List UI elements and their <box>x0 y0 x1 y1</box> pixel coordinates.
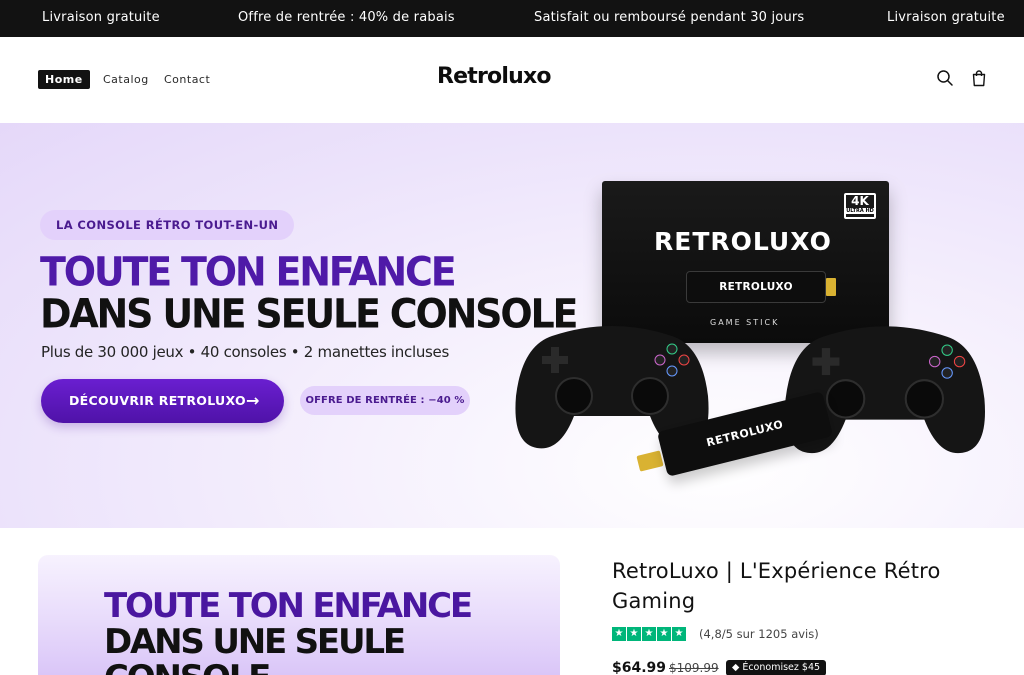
4k-badge-label: 4K <box>851 194 869 208</box>
box-stick: RETROLUXO <box>686 271 826 303</box>
4k-badge-sub: ULTRA HD <box>846 208 874 214</box>
discover-button-label: DÉCOUVRIR RETROLUXO <box>69 393 246 408</box>
site-logo[interactable]: Retroluxo <box>437 64 551 89</box>
star-icon: ★ <box>612 627 626 641</box>
hero-subline: Plus de 30 000 jeux • 40 consoles • 2 ma… <box>41 343 449 361</box>
nav-home[interactable]: Home <box>38 70 90 89</box>
product-image[interactable]: TOUTE TON ENFANCE DANS UNE SEULE CONSOLE <box>38 555 560 675</box>
savings-badge-label: Économisez $45 <box>742 662 821 673</box>
product-image-headline-line2: DANS UNE SEULE CONSOLE <box>104 622 406 675</box>
discover-button[interactable]: DÉCOUVRIR RETROLUXO → <box>41 379 284 423</box>
logo-text: Retroluxo <box>437 64 551 89</box>
announcement-item: Livraison gratuite <box>887 10 1005 25</box>
cart-icon[interactable] <box>970 69 988 87</box>
hero-eyebrow: LA CONSOLE RÉTRO TOUT-EN-UN <box>40 210 295 240</box>
search-icon[interactable] <box>936 69 954 87</box>
announcement-item: Offre de rentrée : 40% de rabais <box>238 10 455 25</box>
hero-headline-line1: TOUTE TON ENFANCE <box>40 248 457 296</box>
arrow-right-icon: → <box>246 391 260 410</box>
hero-banner: LA CONSOLE RÉTRO TOUT-EN-UN TOUTE TON EN… <box>0 123 1024 528</box>
savings-badge: ◆ Économisez $45 <box>726 660 827 675</box>
offer-badge: OFFRE DE RENTRÉE : −40 % <box>300 386 470 415</box>
hero-headline-line2: DANS UNE SEULE CONSOLE <box>40 290 578 338</box>
product-image-headline-line1: TOUTE TON ENFANCE <box>104 586 473 626</box>
announcement-item: Satisfait ou remboursé pendant 30 jours <box>534 10 805 25</box>
nav-contact[interactable]: Contact <box>157 70 217 89</box>
star-icon: ★ <box>672 627 686 641</box>
box-game-label: GAME STICK <box>710 318 780 327</box>
tag-icon: ◆ <box>732 662 743 673</box>
announcement-bar: Livraison gratuite Offre de rentrée : 40… <box>0 0 1024 37</box>
hero-headline: TOUTE TON ENFANCE DANS UNE SEULE CONSOLE <box>40 248 578 338</box>
product-price: $64.99 <box>612 660 667 675</box>
nav-catalog[interactable]: Catalog <box>96 70 156 89</box>
compare-price: $109.99 <box>669 661 719 675</box>
star-icon: ★ <box>627 627 641 641</box>
product-title: RetroLuxo | L'Expérience Rétro Gaming <box>612 559 941 613</box>
box-brand: RETROLUXO <box>654 227 832 256</box>
hdmi-connector <box>826 278 836 296</box>
star-icon: ★ <box>642 627 656 641</box>
star-icon: ★ <box>657 627 671 641</box>
rating-text: (4,8/5 sur 1205 avis) <box>699 627 819 641</box>
announcement-item: Livraison gratuite <box>42 10 160 25</box>
trustpilot-stars: ★ ★ ★ ★ ★ <box>612 627 687 641</box>
site-header: Home Catalog Contact Retroluxo <box>0 37 1024 123</box>
product-image-headline: TOUTE TON ENFANCE DANS UNE SEULE CONSOLE <box>104 588 560 675</box>
4k-badge: 4K ULTRA HD <box>844 193 876 219</box>
